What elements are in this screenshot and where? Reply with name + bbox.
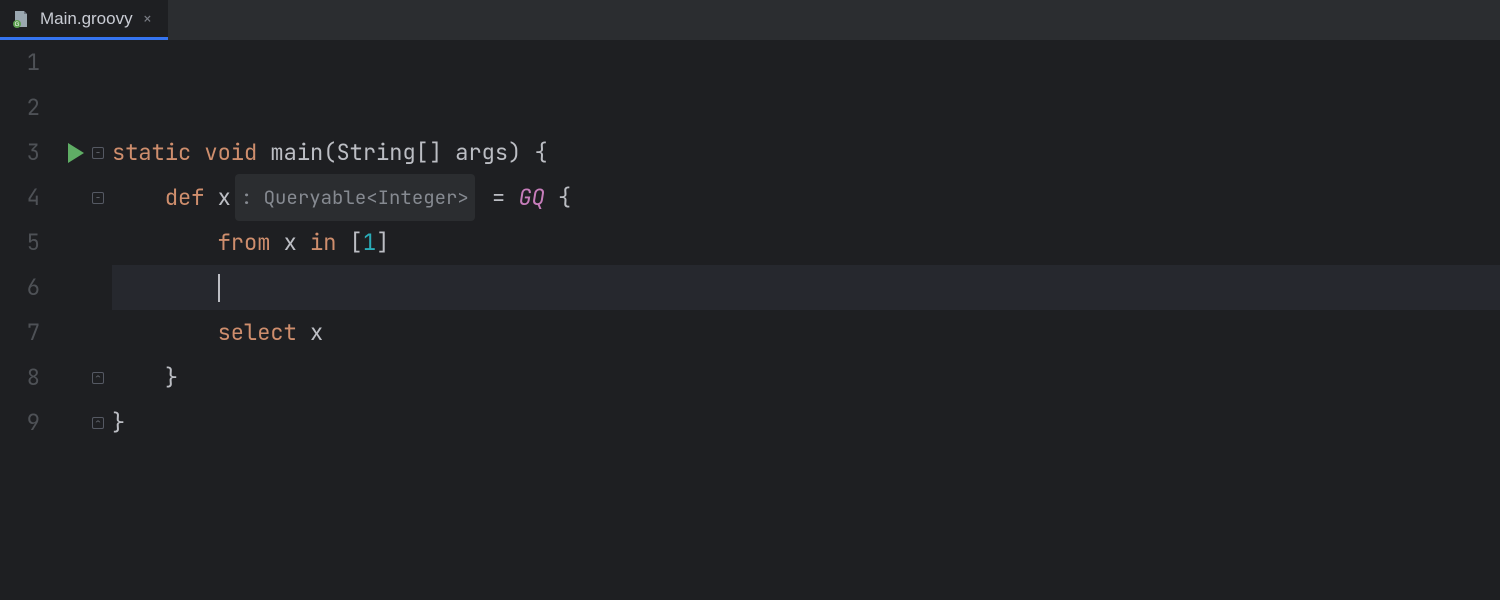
ide-root: G Main.groovy × 123456789 −−⌃⌃ static vo… (0, 0, 1500, 600)
tab-label: Main.groovy (40, 9, 133, 29)
code-token: [ (350, 220, 363, 265)
code-line[interactable]: } (112, 355, 1500, 400)
code-token: { (545, 175, 571, 220)
code-token: [] (416, 130, 456, 175)
run-icon[interactable] (68, 143, 84, 163)
fold-collapse-icon[interactable]: − (92, 147, 104, 159)
line-number: 1 (27, 40, 40, 85)
line-number: 4 (27, 175, 40, 220)
code-token: ( (323, 130, 336, 175)
code-line[interactable]: static void main(String[] args) { (112, 130, 1500, 175)
code-token: } (165, 355, 178, 400)
line-number: 8 (27, 355, 40, 400)
code-token: args (455, 130, 508, 175)
groovy-file-icon: G (12, 10, 30, 28)
editor-tab-main-groovy[interactable]: G Main.groovy × (0, 0, 168, 40)
gutter-actions: − − ⌃ ⌃ (46, 40, 106, 600)
code-line[interactable]: } (112, 400, 1500, 445)
code-token: x (284, 220, 310, 265)
line-number: 3 (27, 130, 40, 175)
code-editor[interactable]: 123456789 −−⌃⌃ static void main(String[]… (0, 40, 1500, 600)
code-token: } (112, 400, 125, 445)
code-line[interactable] (112, 265, 1500, 310)
text-caret (218, 274, 220, 302)
code-token: x (310, 310, 323, 355)
code-token: in (310, 220, 350, 265)
code-area[interactable]: static void main(String[] args) { def x:… (106, 40, 1500, 600)
fold-end-icon[interactable]: ⌃ (92, 417, 104, 429)
code-line[interactable]: def x: Queryable<Integer> = GQ { (112, 175, 1500, 220)
code-line[interactable] (112, 40, 1500, 85)
code-token: static (112, 130, 204, 175)
fold-collapse-icon[interactable]: − (92, 192, 104, 204)
code-token: = (479, 175, 519, 220)
code-token: String (336, 130, 415, 175)
code-token: from (218, 220, 284, 265)
code-line[interactable]: select x (112, 310, 1500, 355)
svg-text:G: G (15, 22, 20, 28)
code-token: ) { (508, 130, 548, 175)
fold-end-icon[interactable]: ⌃ (92, 372, 104, 384)
line-number: 9 (27, 400, 40, 445)
code-token: void (204, 130, 270, 175)
line-number: 7 (27, 310, 40, 355)
code-line[interactable] (112, 85, 1500, 130)
code-token: main (270, 130, 323, 175)
code-token: 1 (363, 220, 376, 265)
inlay-hint: : Queryable<Integer> (235, 174, 475, 221)
line-number: 6 (27, 265, 40, 310)
code-token: ] (376, 220, 389, 265)
code-line[interactable]: from x in [1] (112, 220, 1500, 265)
line-number-gutter: 123456789 (0, 40, 46, 600)
close-icon[interactable]: × (143, 8, 153, 29)
line-number: 5 (27, 220, 40, 265)
code-token: x (218, 175, 231, 220)
code-token: def (165, 175, 218, 220)
line-number: 2 (27, 85, 40, 130)
code-token: select (218, 310, 310, 355)
tab-bar: G Main.groovy × (0, 0, 1500, 40)
code-token: GQ (518, 175, 544, 220)
